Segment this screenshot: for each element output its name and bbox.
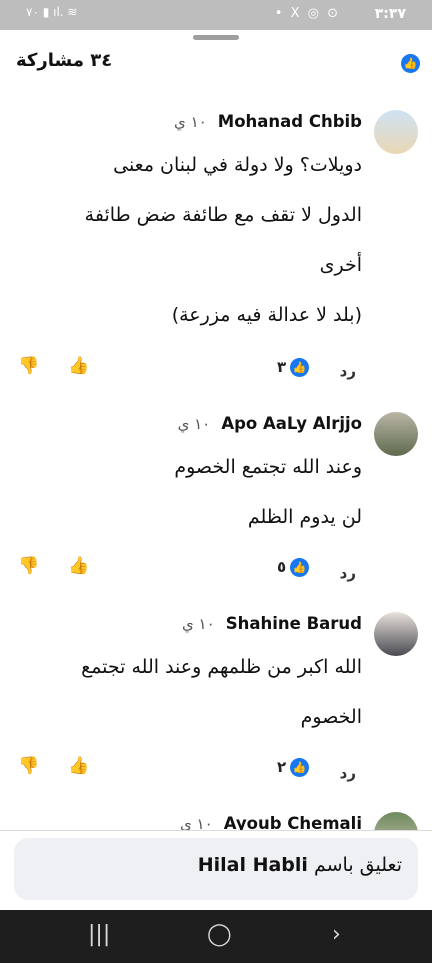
- avatar[interactable]: [374, 812, 418, 830]
- reaction-count[interactable]: ٥: [277, 558, 286, 576]
- comment-time[interactable]: ١٠ ي: [178, 415, 211, 433]
- thumbs-down-icon[interactable]: 👎: [18, 356, 39, 376]
- avatar[interactable]: [374, 412, 418, 456]
- back-icon[interactable]: ›: [332, 922, 341, 947]
- status-time: ٣:٣٧: [374, 6, 406, 22]
- like-reaction-icon: 👍: [290, 358, 309, 377]
- comment-author[interactable]: Mohanad Chbib: [218, 112, 362, 131]
- like-reaction-icon: 👍: [290, 558, 309, 577]
- system-nav-bar: ||| ◯ ›: [0, 910, 432, 963]
- status-bar: ٧٠ ▮ ıl. ≋ • X ◎ ⊙ ٣:٣٧: [0, 0, 432, 30]
- thumbs-up-icon[interactable]: 👍: [68, 556, 89, 576]
- comment-body: وعند الله تجتمع الخصوم لن يدوم الظلم: [22, 442, 362, 542]
- battery-signal-icons: ٧٠ ▮ ıl. ≋: [26, 5, 78, 19]
- recents-icon[interactable]: |||: [88, 922, 110, 947]
- reaction-count[interactable]: ٢: [277, 758, 286, 776]
- like-reaction-icon: 👍: [401, 54, 420, 73]
- comment-composer[interactable]: تعليق باسم Hilal Habli: [14, 838, 418, 900]
- divider: [0, 830, 432, 831]
- comment-line: (بلد لا عدالة فيه مزرعة): [171, 304, 362, 326]
- notification-icons: • X ◎ ⊙: [274, 6, 340, 21]
- comment-author[interactable]: Apo AaLy Alrjjo: [221, 414, 362, 433]
- home-icon[interactable]: ◯: [207, 922, 232, 947]
- like-reaction-icon: 👍: [290, 758, 309, 777]
- comments-sheet: 👍 ٣٤ مشاركة Mohanad Chbib ١٠ ي دويلات؟ و…: [0, 30, 432, 910]
- comment-item: Mohanad Chbib ١٠ ي دويلات؟ ولا دولة في ل…: [0, 110, 432, 380]
- reaction-count[interactable]: ٣: [277, 358, 286, 376]
- comment-line: أخرى: [319, 254, 362, 276]
- comment-time[interactable]: ١٠ ي: [174, 113, 207, 131]
- comment-time[interactable]: ١٠ ي: [182, 615, 215, 633]
- comment-line: لن يدوم الظلم: [247, 506, 362, 528]
- composer-prefix: تعليق باسم: [313, 854, 402, 876]
- composer-user: Hilal Habli: [197, 854, 308, 876]
- comment-author[interactable]: Ayoub Chemali: [224, 814, 362, 830]
- comment-item: Ayoub Chemali ١٠ ي: [0, 812, 432, 830]
- reply-button[interactable]: رد: [340, 564, 356, 582]
- thumbs-up-icon[interactable]: 👍: [68, 356, 89, 376]
- comment-line: دويلات؟ ولا دولة في لبنان معنى: [113, 154, 362, 176]
- thumbs-down-icon[interactable]: 👎: [18, 756, 39, 776]
- avatar[interactable]: [374, 110, 418, 154]
- comment-author[interactable]: Shahine Barud: [226, 614, 362, 633]
- avatar[interactable]: [374, 612, 418, 656]
- reply-button[interactable]: رد: [340, 362, 356, 380]
- sheet-drag-handle[interactable]: [193, 35, 239, 40]
- thumbs-up-icon[interactable]: 👍: [68, 756, 89, 776]
- comment-item: Shahine Barud ١٠ ي الله اكبر من ظلمهم وع…: [0, 612, 432, 782]
- comment-line: الله اكبر من ظلمهم وعند الله تجتمع: [81, 656, 362, 678]
- reply-button[interactable]: رد: [340, 764, 356, 782]
- comment-body: دويلات؟ ولا دولة في لبنان معنى الدول لا …: [22, 140, 362, 340]
- comment-body: الله اكبر من ظلمهم وعند الله تجتمع الخصو…: [22, 642, 362, 742]
- share-count-title: ٣٤ مشاركة: [16, 50, 113, 71]
- thumbs-down-icon[interactable]: 👎: [18, 556, 39, 576]
- comment-item: Apo AaLy Alrjjo ١٠ ي وعند الله تجتمع الخ…: [0, 412, 432, 582]
- comment-line: الدول لا تقف مع طائفة ضض طائفة: [84, 204, 362, 226]
- comment-line: الخصوم: [300, 706, 362, 728]
- comment-line: وعند الله تجتمع الخصوم: [174, 456, 362, 478]
- comment-time[interactable]: ١٠ ي: [180, 815, 213, 830]
